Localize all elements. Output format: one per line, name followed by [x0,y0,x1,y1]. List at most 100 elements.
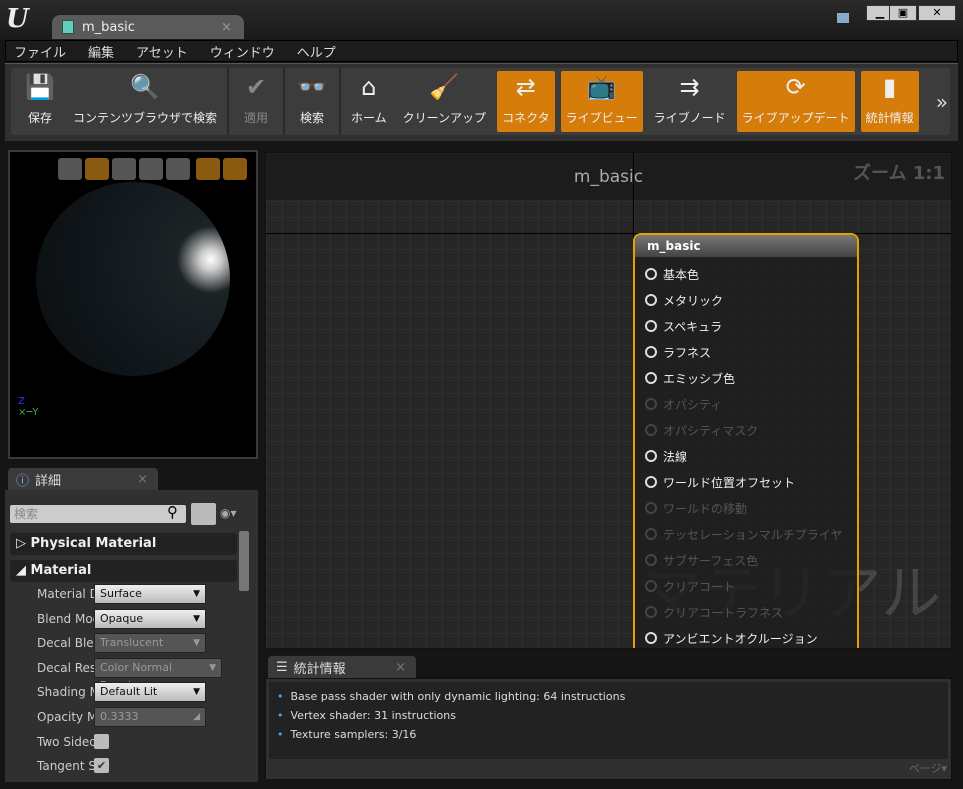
toolbar-button-label: コンテンツブラウザで検索 [73,111,218,125]
property-dropdown[interactable]: Color Normal Roughness▼ [94,657,222,692]
sphere-icon[interactable] [85,158,109,180]
toolbar-button-7[interactable]: 📺 ライブビュー [560,71,643,132]
toolbar-button-1[interactable]: 🔍 コンテンツブラウザで検索 [68,71,222,132]
floppy-icon: 💾 [25,73,55,101]
broom-icon: 🧹 [429,73,460,101]
toolbar-button-10[interactable]: ▮ 統計情報 [860,71,919,132]
node-input-pin[interactable]: エミッシブ色 [645,368,735,388]
property-dropdown[interactable]: Opaque ▼ [94,608,206,629]
pin-circle-icon [645,320,657,332]
cube-icon[interactable] [139,158,163,180]
pin-circle-icon [645,502,657,514]
toolbar-button-3[interactable]: 👓 検索 [290,71,334,132]
close-tab-icon[interactable]: × [221,20,232,35]
menu-asset[interactable]: アセット [136,42,188,61]
search-icon: ⚲ [167,503,178,521]
pin-label: スペキュラ [663,319,723,334]
node-input-pin[interactable]: ワールドの移動 [645,498,747,518]
details-search-input[interactable]: 検索 [10,505,186,523]
property-label: Decal Response [37,660,97,675]
category-material[interactable]: ◢ Material [10,560,237,582]
property-checkbox[interactable] [94,733,109,749]
plane-icon[interactable] [112,158,136,180]
material-result-node[interactable]: m_basic 基本色 メタリック スペキュラ ラフネス エミッシブ色 オパシティ オパシティ… [633,233,859,648]
menu-file[interactable]: ファイル [14,42,66,61]
cylinder-icon[interactable] [58,158,82,180]
node-input-pin[interactable]: オパシティマスク [645,420,758,440]
grid-icon[interactable] [196,158,220,180]
toolbar-button-9[interactable]: ⟳ ライブアップデート [736,71,855,132]
pin-circle-icon [645,450,657,462]
toolbar-separator [227,68,230,135]
details-scrollbar[interactable] [239,531,249,591]
pin-circle-icon [645,424,657,436]
node-input-pin[interactable]: アンビエントオクルージョン [645,628,818,648]
toolbar-button-label: ライブノード [653,111,726,125]
toolbar-button-label: 検索 [300,111,325,125]
menu-edit[interactable]: 編集 [88,42,114,61]
property-row: Shading ModelDefault Lit▼ [10,681,237,706]
tv-icon: 📺 [586,73,617,101]
node-input-pin[interactable]: オパシティ [645,394,722,414]
node-input-pin[interactable]: ワールド位置オフセット [645,472,795,492]
menu-help[interactable]: ヘルプ [297,42,336,61]
pin-circle-icon [645,580,657,592]
property-dropdown[interactable]: Translucent ▼ [94,633,206,654]
tab-title: m_basic [82,19,135,35]
toolbar-button-5[interactable]: 🧹 クリーンアップ [398,71,491,132]
chat-icon[interactable] [837,13,849,23]
document-tab[interactable]: m_basic × [52,15,244,39]
stats-line: Texture samplers: 3/16 [277,728,417,741]
close-button[interactable]: ✕ [918,5,956,21]
maximize-button[interactable]: ▣ [889,5,917,21]
node-input-pin[interactable]: ラフネス [645,342,711,362]
material-graph[interactable]: m_basic ズーム 1:1 マテリアル m_basic基本色メタリックスペキ… [265,152,952,649]
axis-gizmo: Z ×─Y [18,396,39,418]
pin-label: オパシティマスク [663,423,759,438]
property-label: Opacity Mask Clip Value [37,710,97,724]
preview-viewport[interactable]: Z ×─Y [8,150,258,459]
details-tab-label: 詳細 [35,473,62,489]
stats-tab[interactable]: ☰ 統計情報 × [268,656,416,678]
toolbar-button-2[interactable]: ✔ 適用 [234,71,278,132]
close-stats-icon[interactable]: × [395,660,406,675]
node-input-pin[interactable]: 基本色 [645,264,699,284]
toolbar-button-0[interactable]: 💾 保存 [18,71,62,132]
property-dropdown[interactable]: Surface ▼ [94,584,206,604]
menu-bar: ファイル 編集 アセット ウィンドウ ヘルプ [5,40,958,62]
property-dropdown[interactable]: Default Lit ▼ [94,682,206,703]
node-input-pin[interactable]: メタリック [645,290,723,310]
category-physical-material[interactable]: ▷ Physical Material [10,533,237,555]
property-label: Shading Model [37,685,97,700]
pin-circle-icon [645,268,657,280]
stats-tab-label: 統計情報 [293,661,346,677]
teapot-icon[interactable] [166,158,190,180]
realtime-icon[interactable] [223,158,247,180]
pin-label: アンビエントオクルージョン [663,631,818,646]
property-checkbox[interactable]: ✔ [94,758,109,774]
property-row: Two Sided [10,731,237,756]
page-dropdown[interactable]: ページ▾ [909,760,947,776]
node-input-pin[interactable]: テッセレーションマルチプライヤ [645,524,842,544]
node-input-pin[interactable]: クリアコート [645,576,735,596]
toolbar-button-4[interactable]: ⌂ ホーム [346,71,392,132]
eye-icon[interactable]: ◉▾ [220,506,237,520]
node-input-pin[interactable]: 法線 [645,446,687,466]
node-input-pin[interactable]: サブサーフェス色 [645,550,758,570]
node-input-pin[interactable]: クリアコートラフネス [645,602,783,622]
connector-icon: ⇄ [515,73,536,101]
more-icon[interactable]: » [936,90,948,114]
pin-label: ラフネス [663,345,712,360]
property-row: Tangent Space Normal✔ [10,755,237,780]
property-matrix-icon[interactable] [191,503,216,525]
menu-window[interactable]: ウィンドウ [210,42,275,61]
toolbar-button-6[interactable]: ⇄ コネクタ [497,71,555,132]
node-input-pin[interactable]: スペキュラ [645,316,722,336]
toolbar-button-8[interactable]: ⇉ ライブノード [649,71,731,132]
property-label: Blend Mode [37,611,97,626]
close-details-icon[interactable]: × [137,472,148,487]
details-tab[interactable]: ⓘ 詳細 × [8,468,158,490]
unreal-logo: U [6,4,29,34]
toolbar-button-label: ライブビュー [565,111,638,125]
property-number[interactable]: 0.3333 ◢ [94,707,206,727]
